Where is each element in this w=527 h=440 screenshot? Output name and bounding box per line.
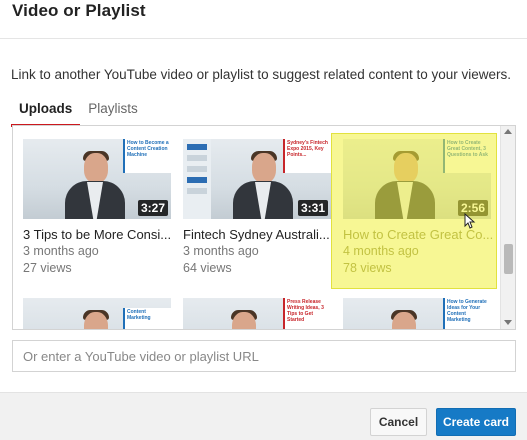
cancel-button[interactable]: Cancel (370, 408, 427, 436)
video-age: 3 months ago (23, 244, 99, 258)
thumbnail-banner: How to Create Great Content, 3 Questions… (443, 139, 491, 173)
video-title: 3 Tips to be More Consi... (23, 227, 172, 242)
video-thumbnail: How to Become a Content Creation Machine… (23, 139, 171, 219)
thumbnail-banner: Content Marketing (123, 308, 171, 329)
thumbnail-banner: How to Generate Ideas for Your Content M… (443, 298, 491, 329)
video-views: 27 views (23, 261, 72, 275)
scroll-down-arrow-icon[interactable] (504, 320, 512, 325)
tab-bar: Uploads Playlists (11, 100, 146, 127)
thumbnail-banner: How to Become a Content Creation Machine (123, 139, 171, 173)
video-age: 4 months ago (343, 244, 419, 258)
video-thumbnail: Press Release Writing Ideas, 3 Tips to G… (183, 298, 331, 329)
video-title: Fintech Sydney Australi... (183, 227, 330, 242)
video-card[interactable]: Sydney's Fintech Expo 2015, Key Points..… (183, 139, 331, 279)
video-card[interactable]: How to Become a Content Creation Machine… (23, 139, 171, 279)
video-thumbnail: Sydney's Fintech Expo 2015, Key Points..… (183, 139, 331, 219)
video-views: 78 views (343, 261, 392, 275)
title-divider (0, 38, 527, 39)
video-thumbnail: Content Marketing (23, 298, 171, 329)
duration-badge: 3:31 (297, 200, 328, 216)
dialog-title: Video or Playlist (12, 1, 146, 20)
video-card[interactable]: Press Release Writing Ideas, 3 Tips to G… (183, 298, 331, 329)
grid-scrollbar[interactable] (500, 126, 515, 329)
duration-badge: 3:27 (137, 200, 168, 216)
video-card-selected[interactable]: How to Create Great Content, 3 Questions… (343, 139, 493, 279)
video-thumbnail: How to Create Great Content, 3 Questions… (343, 139, 491, 219)
video-url-input[interactable] (12, 340, 516, 372)
video-card[interactable]: Content Marketing (23, 298, 171, 329)
video-grid: How to Become a Content Creation Machine… (12, 125, 516, 330)
video-thumbnail: How to Generate Ideas for Your Content M… (343, 298, 491, 329)
thumbnail-banner: Sydney's Fintech Expo 2015, Key Points..… (283, 139, 331, 173)
create-card-button[interactable]: Create card (436, 408, 516, 436)
duration-badge: 2:56 (457, 200, 488, 216)
video-title: How to Create Great Co... (343, 227, 493, 242)
tab-playlists[interactable]: Playlists (80, 100, 146, 127)
scroll-thumb[interactable] (504, 244, 513, 274)
thumbnail-banner: Press Release Writing Ideas, 3 Tips to G… (283, 298, 331, 329)
tab-uploads[interactable]: Uploads (11, 100, 81, 127)
dialog-description: Link to another YouTube video or playlis… (11, 67, 512, 82)
scroll-up-arrow-icon[interactable] (504, 129, 512, 134)
video-views: 64 views (183, 261, 232, 275)
video-card[interactable]: How to Generate Ideas for Your Content M… (343, 298, 491, 329)
video-age: 3 months ago (183, 244, 259, 258)
